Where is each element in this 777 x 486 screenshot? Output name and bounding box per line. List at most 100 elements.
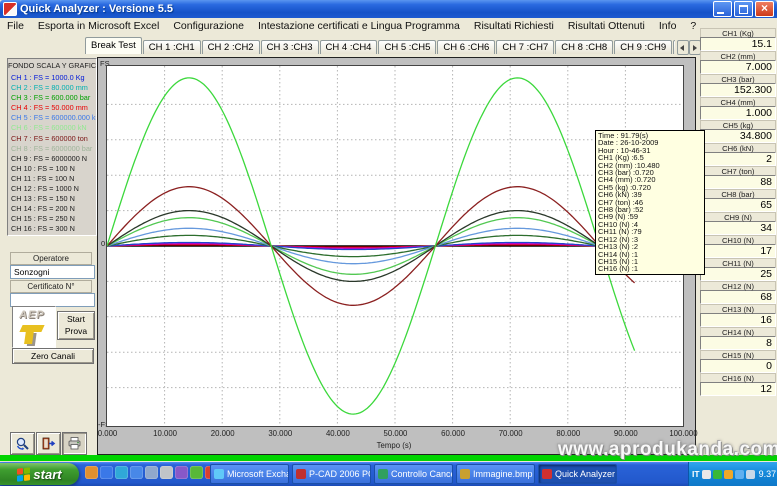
antivirus-icon[interactable] (713, 470, 722, 479)
tray-icons (702, 470, 755, 479)
quick-launch-bar (85, 466, 218, 479)
tab-ch5[interactable]: CH 5 :CH5 (378, 40, 436, 54)
value-box-ch1: 15.1 (700, 37, 776, 51)
tab-ch4[interactable]: CH 4 :CH4 (320, 40, 378, 54)
window-title: Quick Analyzer : Versione 5.5 (20, 3, 713, 15)
tab-ch1[interactable]: CH 1 :CH1 (143, 40, 201, 54)
task-button-4[interactable]: Immagine.bmp - Paint (456, 464, 535, 484)
taskbar: start Microsoft Exchange - ... P-CAD 2006… (0, 462, 777, 486)
menu-item-2[interactable]: Esporta in Microsoft Excel (31, 20, 166, 32)
value-label-ch10: CH10 (N) (700, 235, 776, 244)
messenger-icon[interactable] (115, 466, 128, 479)
value-label-ch1: CH1 (Kg) (700, 28, 776, 37)
value-box-ch8: 65 (700, 198, 776, 212)
menu-item-4[interactable]: Intestazione certificati e Lingua Progra… (251, 20, 467, 32)
menu-item-6[interactable]: Risultati Ottenuti (561, 20, 652, 32)
outlook-icon[interactable] (85, 466, 98, 479)
close-icon[interactable] (755, 1, 774, 17)
value-label-ch6: CH6 (kN) (700, 143, 776, 152)
value-label-ch11: CH11 (N) (700, 258, 776, 267)
battery-icon[interactable] (746, 470, 755, 479)
tab-ch3[interactable]: CH 3 :CH3 (261, 40, 319, 54)
x-axis-ticks: 0.00010.00020.00030.00040.00050.00060.00… (79, 429, 712, 438)
value-box-ch16: 12 (700, 382, 776, 396)
task-button-label: P-CAD 2006 PCB - [6... (309, 469, 371, 479)
value-box-ch10: 17 (700, 244, 776, 258)
tab-ch7[interactable]: CH 7 :CH7 (496, 40, 554, 54)
channel-values-panel: CH1 (Kg)15.1CH2 (mm)7.000CH3 (bar)152.30… (700, 28, 776, 396)
fs-channel-8: CH 8 : FS = 6000000 bar (8, 144, 96, 154)
update-icon[interactable] (724, 470, 733, 479)
x-tick-6: 50.000 (367, 429, 424, 438)
y-axis-label-zero: 0 (101, 239, 105, 248)
value-box-ch2: 7.000 (700, 60, 776, 74)
task-button-5[interactable]: Quick Analyzer : Versi... (538, 464, 617, 484)
chart-area[interactable]: FS 0 -FS Time : 91.79(s)Date : 26-10-200… (97, 57, 696, 455)
fs-channel-3: CH 3 : FS = 600.000 bar (8, 93, 96, 103)
fs-channel-6: CH 6 : FS = 600000 kN (8, 123, 96, 133)
task-button-3[interactable]: Controllo Cancelli - Mi... (374, 464, 453, 484)
notepad-icon[interactable] (160, 466, 173, 479)
tab-strip: Break TestCH 1 :CH1CH 2 :CH2CH 3 :CH3CH … (85, 37, 675, 54)
tab-ch9[interactable]: CH 9 :CH9 (614, 40, 672, 54)
task-button-icon-2 (296, 469, 306, 479)
zero-canali-button[interactable]: Zero Canali (12, 348, 94, 364)
task-button-label: Immagine.bmp - Paint (473, 469, 535, 479)
fs-channel-13: CH 13 : FS = 150 N (8, 194, 96, 204)
volume-icon[interactable] (702, 470, 711, 479)
value-box-ch15: 0 (700, 359, 776, 373)
certificate-input[interactable] (10, 293, 95, 307)
document-icon[interactable] (145, 466, 158, 479)
task-button-label: Microsoft Exchange - ... (227, 469, 289, 479)
x-tick-5: 40.000 (309, 429, 366, 438)
menu-item-5[interactable]: Risultati Richiesti (467, 20, 561, 32)
fs-channel-9: CH 9 : FS = 6000000 N (8, 154, 96, 164)
window-controls (713, 1, 774, 17)
network-icon[interactable] (735, 470, 744, 479)
x-tick-1: 0.000 (79, 429, 136, 438)
media-player-icon[interactable] (175, 466, 188, 479)
task-button-label: Quick Analyzer : Versi... (555, 469, 617, 479)
value-box-ch6: 2 (700, 152, 776, 166)
tab-scroll-left-icon[interactable] (677, 40, 689, 55)
start-button[interactable]: start (0, 463, 79, 485)
menu-item-1[interactable]: File (0, 20, 31, 32)
fs-channel-14: CH 14 : FS = 200 N (8, 204, 96, 214)
tray-clock[interactable]: 9.37 (759, 469, 777, 479)
aep-logo: AEP (12, 306, 56, 348)
explorer-icon[interactable] (130, 466, 143, 479)
tab-break-test[interactable]: Break Test (85, 37, 142, 54)
tab-ch8[interactable]: CH 8 :CH8 (555, 40, 613, 54)
operator-input[interactable]: Sonzogni (10, 265, 95, 279)
chrome-icon[interactable] (190, 466, 203, 479)
minimize-icon[interactable] (713, 1, 732, 17)
tab-ch6[interactable]: CH 6 :CH6 (437, 40, 495, 54)
exit-button[interactable] (36, 432, 61, 455)
value-box-ch5: 34.800 (700, 129, 776, 143)
task-button-1[interactable]: Microsoft Exchange - ... (210, 464, 289, 484)
tab-ch2[interactable]: CH 2 :CH2 (202, 40, 260, 54)
fondo-scala-panel: FONDO SCALA Y GRAFICI CH 1 : FS = 1000.0… (7, 58, 97, 236)
zoom-reset-button[interactable] (10, 432, 35, 455)
windows-flag-icon (17, 467, 30, 481)
menu-bar: FileEsporta in Microsoft ExcelConfiguraz… (0, 18, 777, 33)
fs-channel-10: CH 10 : FS = 100 N (8, 164, 96, 174)
plot-area[interactable]: Time : 91.79(s)Date : 26-10-2009Hour : 1… (106, 65, 684, 427)
task-button-icon-3 (378, 469, 388, 479)
value-label-ch13: CH13 (N) (700, 304, 776, 313)
title-bar[interactable]: Quick Analyzer : Versione 5.5 (0, 0, 777, 18)
tab-ch10[interactable]: CH 10 :CH10 (673, 40, 675, 54)
menu-item-3[interactable]: Configurazione (166, 20, 251, 32)
ie-icon[interactable] (100, 466, 113, 479)
fs-channel-7: CH 7 : FS = 600000 ton (8, 134, 96, 144)
exit-door-icon (41, 436, 56, 451)
menu-item-7[interactable]: Info (652, 20, 684, 32)
task-button-icon-5 (542, 469, 552, 479)
language-indicator[interactable]: IT (692, 469, 700, 479)
value-box-ch4: 1.000 (700, 106, 776, 120)
restore-icon[interactable] (734, 1, 753, 17)
start-prova-button[interactable]: Start Prova (57, 311, 95, 340)
value-label-ch2: CH2 (mm) (700, 51, 776, 60)
task-button-2[interactable]: P-CAD 2006 PCB - [6... (292, 464, 371, 484)
tooltip-line-19: CH16 (N) :1 (598, 265, 702, 272)
